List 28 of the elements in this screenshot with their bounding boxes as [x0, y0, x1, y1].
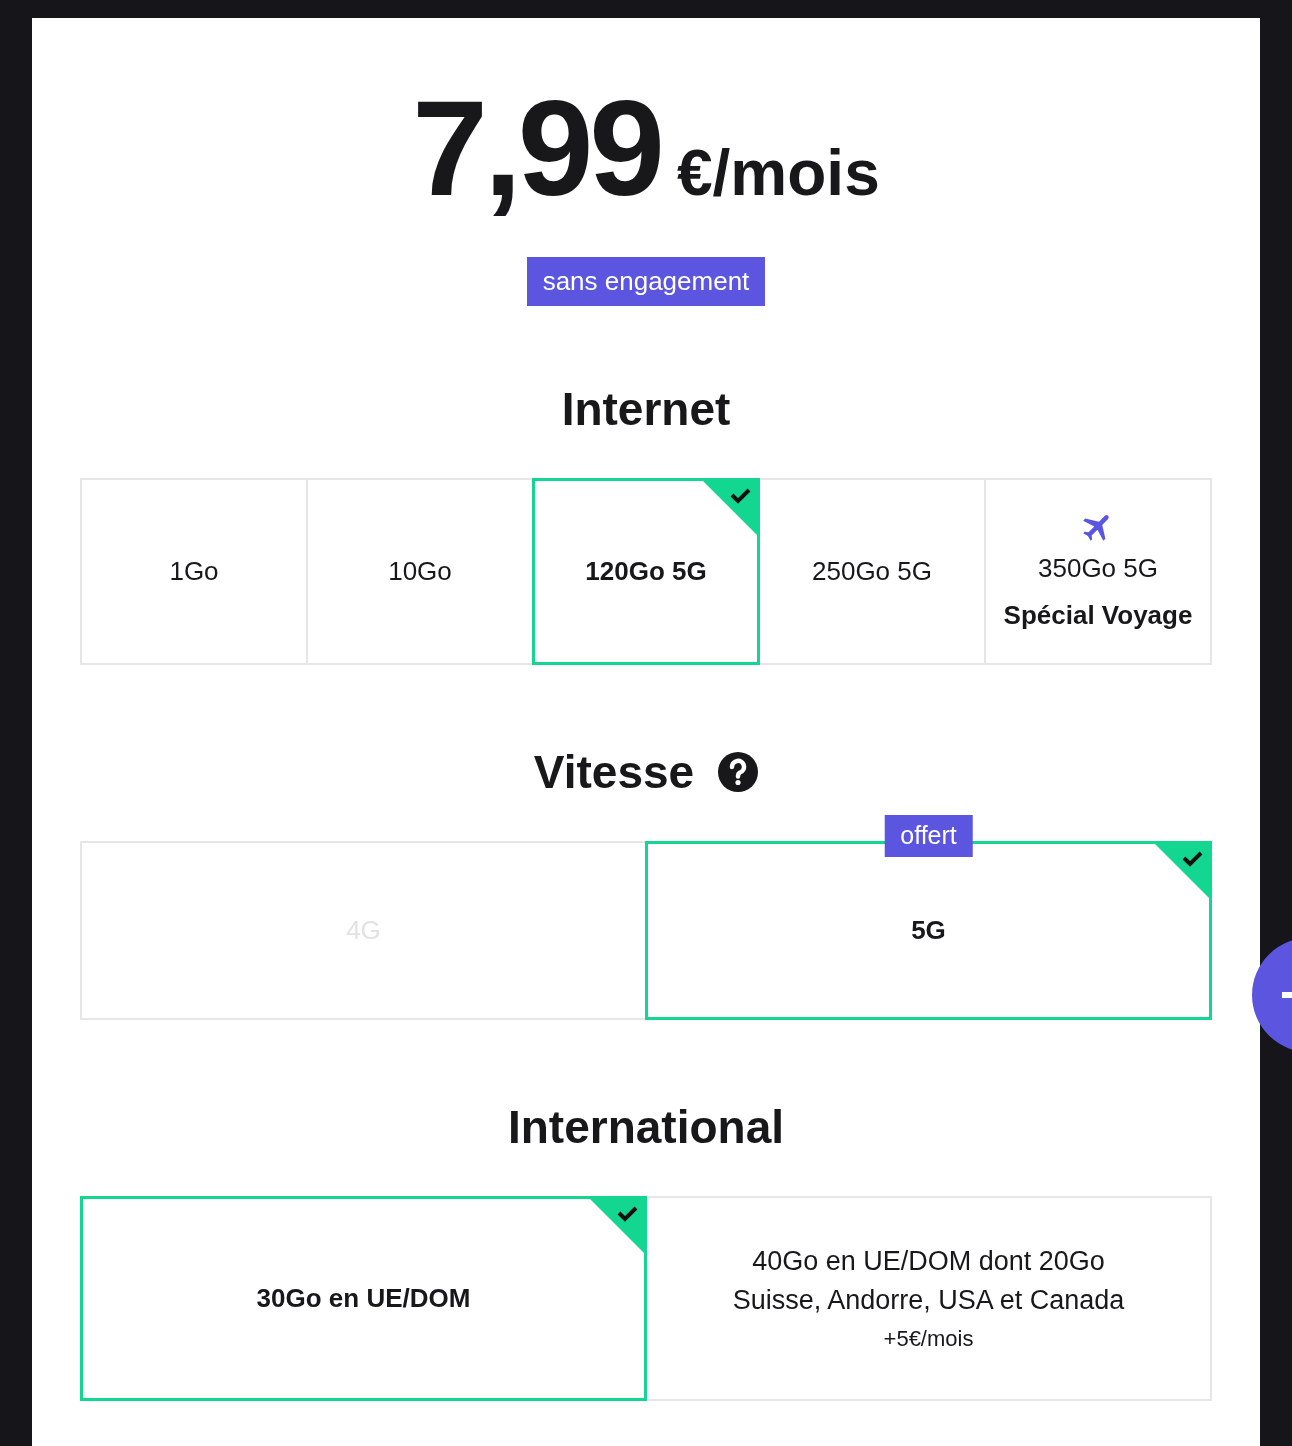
check-corner-icon	[1155, 844, 1209, 898]
option-tile[interactable]: 1Go	[80, 478, 308, 665]
option-label: 1Go	[169, 555, 219, 588]
check-corner-icon	[590, 1199, 644, 1253]
option-label: 40Go en UE/DOM dont 20Go Suisse, Andorre, USA et Canada	[731, 1245, 1126, 1317]
option-label: 5G	[911, 914, 946, 947]
option-tile[interactable]: 250Go 5G	[758, 478, 986, 665]
option-tile[interactable]: 350Go 5G Spécial Voyage	[984, 478, 1212, 665]
price-amount: 7,99	[412, 80, 661, 216]
option-tile[interactable]: 30Go en UE/DOM	[80, 1196, 647, 1401]
option-label: 350Go 5G	[1038, 551, 1158, 585]
option-sublabel: Spécial Voyage	[1003, 598, 1193, 632]
price-unit: €/mois	[676, 136, 880, 211]
section-title: International	[508, 1104, 784, 1150]
option-tile[interactable]: 120Go 5G	[532, 478, 760, 665]
option-label: 30Go en UE/DOM	[256, 1282, 471, 1315]
offer-badge: offert	[884, 815, 973, 857]
section-title: Internet	[561, 386, 731, 432]
option-label: 120Go 5G	[585, 555, 707, 588]
extra-price: +5€/mois	[883, 1325, 974, 1353]
option-label: 10Go	[388, 555, 452, 588]
check-corner-icon	[703, 481, 757, 535]
option-tile[interactable]: 40Go en UE/DOM dont 20Go Suisse, Andorre, USA et Canada +5€/mois	[645, 1196, 1212, 1401]
commitment-badge: sans engagement	[526, 257, 766, 306]
section-title: Vitesse	[533, 749, 695, 795]
option-tile[interactable]: 10Go	[306, 478, 534, 665]
option-label: 250Go 5G	[812, 555, 932, 588]
help-icon[interactable]	[718, 752, 759, 792]
